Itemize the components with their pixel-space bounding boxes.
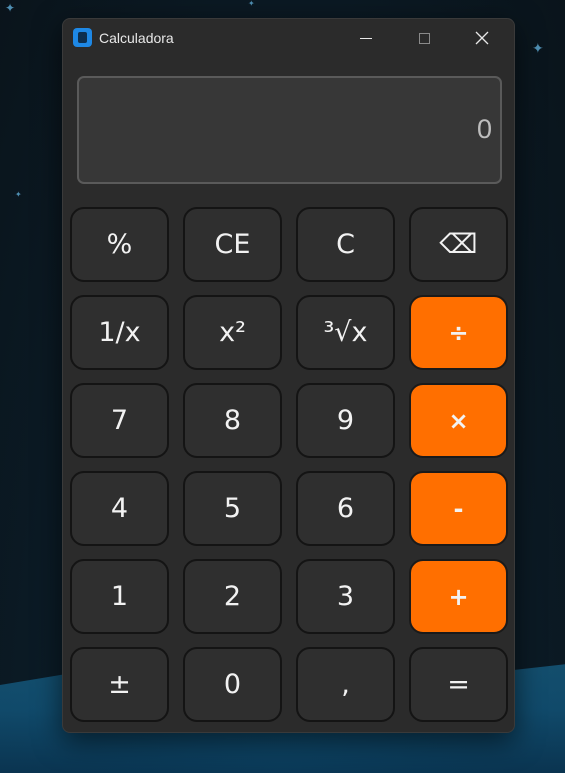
digit-2-button[interactable]: 2 xyxy=(183,559,282,634)
display-panel: 0 xyxy=(77,76,502,184)
minimize-icon xyxy=(360,37,372,39)
negate-button[interactable]: ± xyxy=(70,647,169,722)
display-value: 0 xyxy=(476,114,492,144)
window-title: Calculadora xyxy=(99,30,174,46)
square-button[interactable]: x² xyxy=(183,295,282,370)
reciprocal-button[interactable]: 1/x xyxy=(70,295,169,370)
digit-3-button[interactable]: 3 xyxy=(296,559,395,634)
star-icon: ✦ xyxy=(15,190,22,199)
decimal-button[interactable]: , xyxy=(296,647,395,722)
clear-button[interactable]: C xyxy=(296,207,395,282)
digit-5-button[interactable]: 5 xyxy=(183,471,282,546)
title-bar[interactable]: Calculadora xyxy=(63,19,514,57)
star-icon: ✦ xyxy=(5,1,16,15)
equals-button[interactable]: = xyxy=(409,647,508,722)
digit-4-button[interactable]: 4 xyxy=(70,471,169,546)
maximize-button[interactable] xyxy=(401,19,447,57)
backspace-button[interactable]: ⌫ xyxy=(409,207,508,282)
star-icon: ✦ xyxy=(532,40,544,56)
digit-8-button[interactable]: 8 xyxy=(183,383,282,458)
close-button[interactable] xyxy=(459,19,505,57)
digit-0-button[interactable]: 0 xyxy=(183,647,282,722)
close-icon xyxy=(475,31,489,45)
divide-button[interactable]: ÷ xyxy=(409,295,508,370)
maximize-icon xyxy=(418,32,430,44)
digit-7-button[interactable]: 7 xyxy=(70,383,169,458)
subtract-button[interactable]: - xyxy=(409,471,508,546)
keypad: % CE C ⌫ 1/x x² ³√x ÷ 7 8 9 × 4 5 6 - 1 … xyxy=(70,207,508,722)
digit-6-button[interactable]: 6 xyxy=(296,471,395,546)
minimize-button[interactable] xyxy=(343,19,389,57)
calculator-app-icon xyxy=(73,28,92,47)
digit-9-button[interactable]: 9 xyxy=(296,383,395,458)
clear-entry-button[interactable]: CE xyxy=(183,207,282,282)
add-button[interactable]: + xyxy=(409,559,508,634)
star-icon: ✦ xyxy=(248,0,255,8)
percent-button[interactable]: % xyxy=(70,207,169,282)
digit-1-button[interactable]: 1 xyxy=(70,559,169,634)
multiply-button[interactable]: × xyxy=(409,383,508,458)
calculator-window: Calculadora 0 % CE C ⌫ 1/x x² ³√x ÷ 7 8 … xyxy=(62,18,515,733)
cube-root-button[interactable]: ³√x xyxy=(296,295,395,370)
